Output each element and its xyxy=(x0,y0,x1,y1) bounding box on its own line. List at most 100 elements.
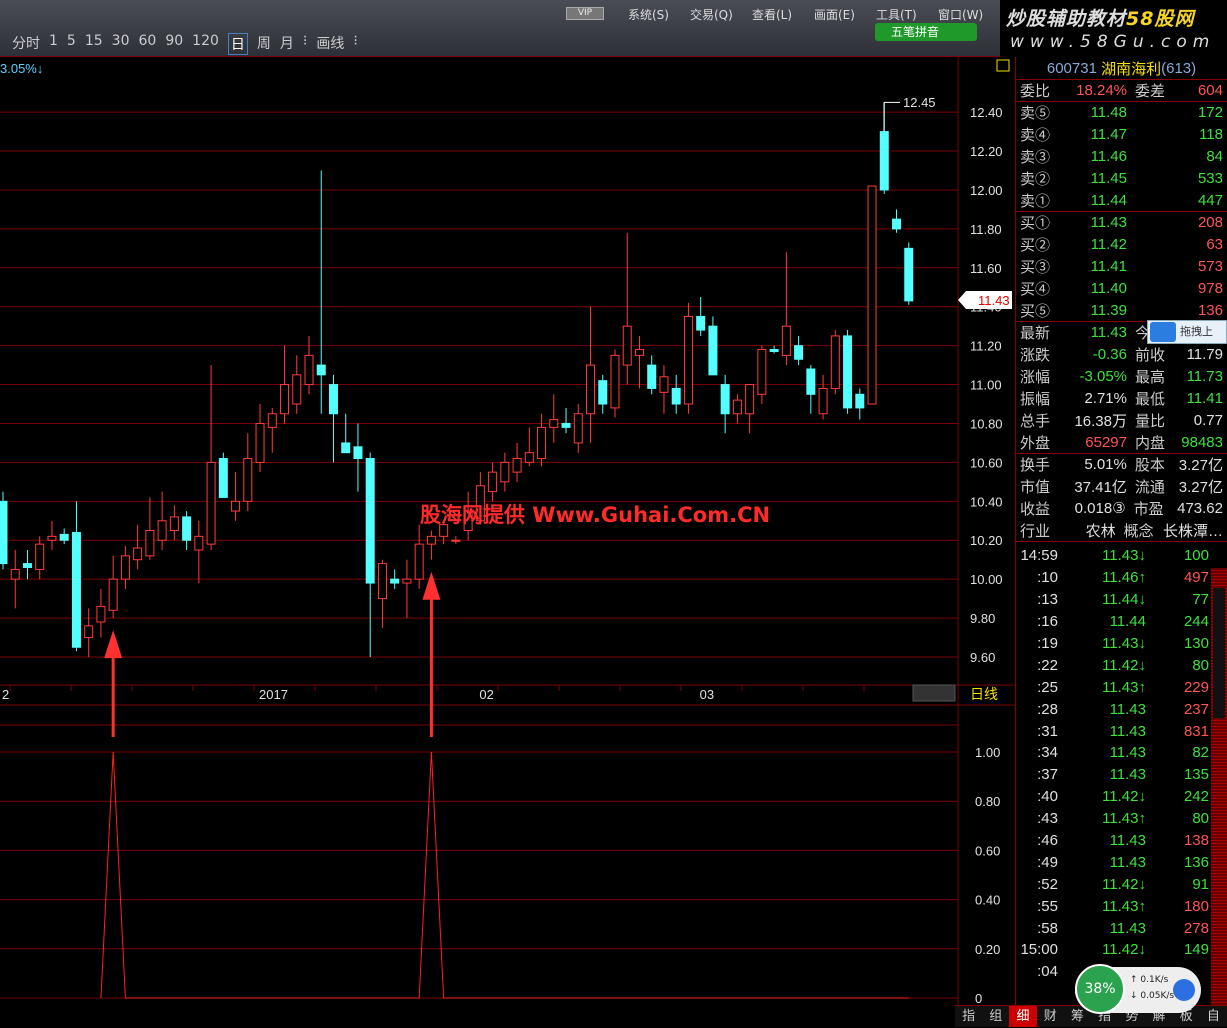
period-12[interactable]: 画线 xyxy=(316,33,344,55)
logo-text: 炒股辅助教材 xyxy=(1006,8,1127,30)
period-6[interactable]: 90 xyxy=(165,33,183,55)
candle-up xyxy=(157,520,167,541)
candle-up xyxy=(867,185,877,405)
tick-row: 14:59 11.43↓ 100 xyxy=(1020,547,1209,565)
period-0[interactable]: 分时 xyxy=(12,33,40,55)
price-tick: 9.80 xyxy=(970,611,995,626)
stat-row: 涨幅 -3.05% 最高 11.73 xyxy=(1020,367,1223,386)
scroll-box[interactable] xyxy=(912,684,956,702)
stat-row: 总手 16.38万 量比 0.77 xyxy=(1020,411,1223,430)
candle-down xyxy=(696,315,706,331)
toolbar: VIP 系统(S) 交易(Q) 查看(L) 画面(E) 工具(T) 窗口(W) … xyxy=(0,0,1000,57)
period-label: 日线 xyxy=(970,687,998,703)
percent-circle: 38% xyxy=(1075,964,1125,1014)
period-11[interactable]: ⁝ xyxy=(303,33,307,55)
period-10[interactable]: 月 xyxy=(280,33,294,55)
period-5[interactable]: 60 xyxy=(139,33,157,55)
tick-row: :43 11.43↑ 80 xyxy=(1037,810,1209,828)
stat-row: 收益 0.018③ 市盈 473.62 xyxy=(1020,499,1223,518)
period-bar: 分时 1 5 15 30 60 90 120 日周月 ⁝ 画线 ⁝ xyxy=(12,33,358,55)
tab-0[interactable]: 指 xyxy=(955,1006,982,1027)
period-3[interactable]: 15 xyxy=(85,33,103,55)
signal-tick: 1.00 xyxy=(975,745,1000,760)
price-tick: 10.40 xyxy=(970,494,1003,509)
ask-row: 卖① 11.44 447 xyxy=(1020,191,1223,210)
candle-down xyxy=(671,387,681,405)
kline-chart[interactable]: 12.4012.2012.0011.8011.6011.4011.2011.00… xyxy=(0,57,1015,1005)
date-label: 03 xyxy=(700,687,714,702)
candle-up xyxy=(451,539,461,542)
candle-down xyxy=(720,384,730,415)
stock-title: 600731 湖南海利 (613) xyxy=(1046,59,1197,78)
candle-down xyxy=(598,380,608,405)
main-menu: 系统(S) 交易(Q) 查看(L) 画面(E) 工具(T) 窗口(W) xyxy=(628,6,1000,23)
candle-down xyxy=(71,531,81,648)
period-2[interactable]: 5 xyxy=(67,33,76,55)
toggle-box-icon[interactable] xyxy=(996,59,1010,72)
candle-down xyxy=(647,364,657,389)
ime-indicator[interactable]: 五笔拼音 xyxy=(875,23,977,41)
current-price-tag: 11.43 xyxy=(958,291,1012,309)
tab-1[interactable]: 组 xyxy=(982,1006,1009,1027)
watermark-text: 股海网提供 Www.Guhai.Com.CN xyxy=(420,503,770,527)
vip-button[interactable]: VIP xyxy=(566,7,604,20)
tick-row: :13 11.44↓ 77 xyxy=(1037,591,1209,609)
period-8[interactable]: 日 xyxy=(227,33,248,55)
candle-up xyxy=(120,555,130,580)
network-widget[interactable]: 38% ↑ 0.1K/s ↓ 0.05K/s xyxy=(1075,964,1201,1014)
cloud-icon xyxy=(1150,322,1176,342)
scrollbar[interactable] xyxy=(1211,568,1227,1005)
bid-row: 买③ 11.41 573 xyxy=(1020,257,1223,276)
price-tick: 10.20 xyxy=(970,533,1003,548)
menu-view[interactable]: 查看(L) xyxy=(752,6,814,23)
menu-tools[interactable]: 工具(T) xyxy=(876,6,938,23)
stat-row: 振幅 2.71% 最低 11.41 xyxy=(1020,389,1223,408)
date-label: 2017 xyxy=(259,687,288,702)
period-1[interactable]: 1 xyxy=(49,33,58,55)
price-tick: 10.60 xyxy=(970,455,1003,470)
tick-row: :55 11.43↑ 180 xyxy=(1037,897,1209,915)
menu-window[interactable]: 窗口(W) xyxy=(938,6,1000,23)
download-speed: ↓ 0.05K/s xyxy=(1130,991,1175,1001)
tick-row: :49 11.43 136 xyxy=(1037,853,1209,871)
menu-trade[interactable]: 交易(Q) xyxy=(690,6,752,23)
tick-row: :19 11.43↓ 130 xyxy=(1037,635,1209,652)
menu-screen[interactable]: 画面(E) xyxy=(814,6,876,23)
baidu-drag-widget[interactable]: 拖拽上 xyxy=(1147,320,1227,344)
candle-down xyxy=(769,349,779,352)
candle-up xyxy=(133,547,143,561)
candle-down xyxy=(59,533,69,541)
ask-row: 卖③ 11.46 84 xyxy=(1020,147,1223,166)
period-7[interactable]: 120 xyxy=(192,33,219,55)
signal-tick: 0.20 xyxy=(975,942,1000,957)
tick-row: :58 11.43 278 xyxy=(1037,919,1209,937)
candle-up xyxy=(84,625,94,639)
candle-up xyxy=(524,452,534,463)
tab-3[interactable]: 财 xyxy=(1037,1006,1064,1027)
candle-down xyxy=(316,364,326,376)
stat-row: 涨跌 -0.36 前收 11.79 xyxy=(1020,345,1223,364)
signal-tick: 0.80 xyxy=(975,794,1000,809)
candle-down xyxy=(855,393,865,409)
tick-row: :16 11.44 244 xyxy=(1037,613,1209,631)
watermark-logo: 炒股辅助教材58股网 www.58Gu.com xyxy=(1000,0,1227,57)
ask-row: 卖② 11.45 533 xyxy=(1020,169,1223,188)
price-tick: 12.40 xyxy=(970,105,1003,120)
candle-up xyxy=(35,543,45,570)
plus-icon[interactable] xyxy=(1173,979,1195,1001)
candle-up xyxy=(573,413,583,444)
tab-2[interactable]: 细 xyxy=(1009,1006,1037,1027)
arrow-up-icon xyxy=(422,571,441,600)
period-13[interactable]: ⁝ xyxy=(353,33,357,55)
candle-down xyxy=(806,368,816,395)
period-4[interactable]: 30 xyxy=(112,33,130,55)
menu-system[interactable]: 系统(S) xyxy=(628,6,690,23)
candle-up xyxy=(426,535,436,545)
candle-up xyxy=(169,516,179,532)
tab-9[interactable]: 自 xyxy=(1200,1006,1227,1027)
candle-up xyxy=(745,384,755,415)
stat-row: 市值 37.41亿 流通 3.27亿 xyxy=(1020,478,1223,496)
signal-line xyxy=(100,751,909,999)
period-9[interactable]: 周 xyxy=(257,33,271,55)
arrow-up-icon xyxy=(104,630,123,659)
